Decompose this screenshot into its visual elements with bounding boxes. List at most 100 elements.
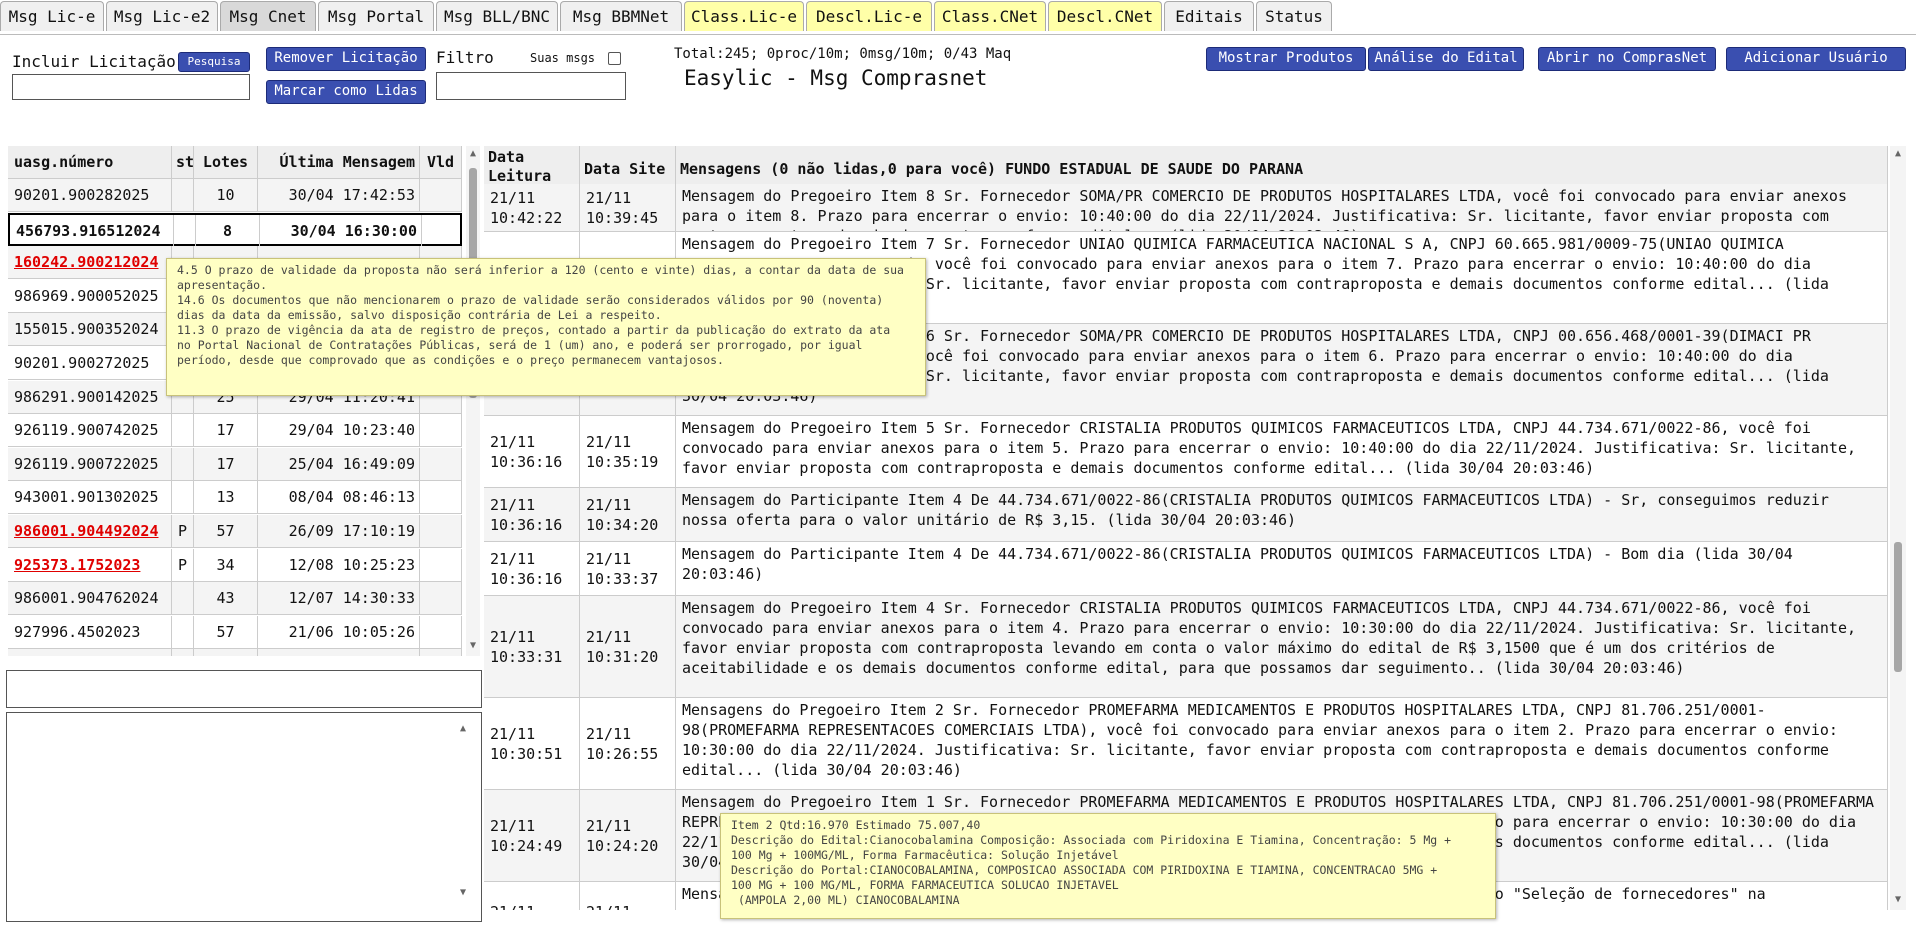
cell-msg: Mensagem do Pregoeiro Item 8 Sr. Fornece… xyxy=(676,184,1888,231)
mensagens-scrollbar[interactable]: ▲ ▼ xyxy=(1890,146,1906,910)
tab-msg-bll-bnc[interactable]: Msg BLL/BNC xyxy=(436,1,558,31)
message-row[interactable]: 21/11 10:33:31 21/11 10:31:20 Mensagem do … xyxy=(484,596,1888,698)
cell-vld xyxy=(420,179,462,212)
cell-ultima: 08/04 08:46:13 xyxy=(258,481,420,515)
cell-lotes: 17 xyxy=(194,447,258,481)
cell-vld xyxy=(420,548,462,582)
tab-msg-portal[interactable]: Msg Portal xyxy=(318,1,434,31)
cell-leitura: 21/11 10:30:51 xyxy=(484,698,580,789)
message-row[interactable]: 21/11 10:42:22 21/11 10:39:45 Mensagem do … xyxy=(484,184,1888,232)
cell-num: 986001.904492024 xyxy=(8,515,172,548)
abrir-no-comprasnet-button[interactable]: Abrir no ComprasNet xyxy=(1538,47,1716,71)
licitacao-link[interactable]: 986001.904492024 xyxy=(14,522,159,540)
cell-leitura: 21/11 10:33:31 xyxy=(484,596,580,697)
cell-st: P xyxy=(172,515,194,548)
cell-st xyxy=(172,414,194,448)
pesquisa-button[interactable]: Pesquisa xyxy=(178,52,250,72)
tab-msg-lic-e[interactable]: Msg Lic-e xyxy=(0,1,104,31)
suas-msgs-checkbox[interactable] xyxy=(608,52,621,65)
col-st[interactable]: st xyxy=(172,146,194,179)
tab-class-cnet[interactable]: Class.CNet xyxy=(934,1,1046,31)
table-row[interactable]: 90201.900282025 10 30/04 17:42:53 xyxy=(8,179,462,212)
message-row[interactable]: 21/11 10:36:16 21/11 10:35:19 Mensagem do … xyxy=(484,416,1888,488)
licitacoes-scrollbar[interactable]: ▲ ▼ xyxy=(466,146,480,656)
cell-site: 21/11 10:34:20 xyxy=(580,488,676,541)
cell-num: 90201.900272025 xyxy=(8,347,172,380)
message-row[interactable]: 21/11 10:30:51 21/11 10:26:55 Mensagens do… xyxy=(484,698,1888,790)
cell-vld xyxy=(420,447,462,481)
licitacoes-table: uasg.número st Lotes Última Mensagem Vld… xyxy=(8,146,462,656)
table-row[interactable]: 926119.900742025 17 29/04 10:23:40 xyxy=(8,414,462,448)
table-row[interactable]: 926119.900722025 17 25/04 16:49:09 xyxy=(8,447,462,481)
validade-tooltip: 4.5 O prazo de validade da proposta não … xyxy=(166,258,926,396)
cell-vld xyxy=(420,649,462,656)
cell-num: 155015.900352024 xyxy=(8,313,172,347)
adicionar-usuario-button[interactable]: Adicionar Usuário xyxy=(1726,47,1906,71)
tab-msg-cnet[interactable]: Msg Cnet xyxy=(220,1,316,31)
cell-lotes: 57 xyxy=(194,515,258,548)
msg-scroll-down-icon[interactable]: ▼ xyxy=(1892,894,1904,905)
cell-vld xyxy=(420,582,462,616)
cell-num: 943001.901302025 xyxy=(8,481,172,515)
remover-licitacao-button[interactable]: Remover Licitação xyxy=(266,47,426,71)
item-tooltip: Item 2 Qtd:16.970 Estimado 75.007,40 Des… xyxy=(720,813,1496,919)
tab-msg-lic-e2[interactable]: Msg Lic-e2 xyxy=(106,1,218,31)
col-vld[interactable]: Vld xyxy=(420,146,462,179)
table-row[interactable]: 943001.901302025 13 08/04 08:46:13 xyxy=(8,481,462,515)
cell-site: 21/11 10:35:19 xyxy=(580,416,676,487)
tab-descl-cnet[interactable]: Descl.CNet xyxy=(1048,1,1162,31)
cell-ultima: 25/04 16:49:09 xyxy=(258,447,420,481)
detail-scroll-up-icon[interactable]: ▲ xyxy=(457,723,469,734)
table-row[interactable]: 986001.904762024 43 12/07 14:30:33 xyxy=(8,582,462,616)
cell-st: P xyxy=(172,649,194,656)
table-row[interactable]: 155021.350023P2714/06 15:04:31 xyxy=(8,649,462,656)
cell-msg: Mensagem do Pregoeiro Item 4 Sr. Fornece… xyxy=(676,596,1888,697)
message-row[interactable]: 21/11 10:36:16 21/11 10:34:20 Mensagem do … xyxy=(484,488,1888,542)
cell-leitura: 21/11 10:36:16 xyxy=(484,416,580,487)
cell-msg: Mensagens do Pregoeiro Item 2 Sr. Fornec… xyxy=(676,698,1888,789)
mostrar-produtos-button[interactable]: Mostrar Produtos xyxy=(1206,47,1366,71)
cell-ultima: 30/04 17:42:53 xyxy=(258,179,420,212)
cell-vld xyxy=(420,414,462,448)
msg-scroll-up-icon[interactable]: ▲ xyxy=(1892,148,1904,159)
cell-lotes: 8 xyxy=(196,214,260,248)
cell-vld xyxy=(420,481,462,515)
cell-leitura: 21/11 10:36:16 xyxy=(484,488,580,541)
cell-lotes: 43 xyxy=(194,582,258,616)
licitacao-link[interactable]: 160242.900212024 xyxy=(14,253,159,271)
detail-input[interactable] xyxy=(6,670,482,708)
tab-msg-bbmnet[interactable]: Msg BBMNet xyxy=(560,1,682,31)
tab-class-lic-e[interactable]: Class.Lic-e xyxy=(684,1,804,31)
message-row[interactable]: 21/11 10:36:16 21/11 10:33:37 Mensagem do … xyxy=(484,542,1888,596)
suas-msgs-label: Suas msgs xyxy=(530,51,596,65)
cell-site: 21/11 10:33:37 xyxy=(580,542,676,595)
cell-num: 927996.4502023 xyxy=(8,615,172,649)
cell-ultima: 29/04 10:23:40 xyxy=(258,414,420,448)
msg-scroll-thumb[interactable] xyxy=(1894,542,1902,672)
col-lotes[interactable]: Lotes xyxy=(194,146,258,179)
scroll-up-icon[interactable]: ▲ xyxy=(467,148,479,159)
detail-scroll-down-icon[interactable]: ▼ xyxy=(457,887,469,898)
table-row[interactable]: 927996.4502023 57 21/06 10:05:26 xyxy=(8,615,462,649)
marcar-como-lidas-button[interactable]: Marcar como Lidas xyxy=(266,80,426,104)
analise-do-edital-button[interactable]: Análise do Edital xyxy=(1368,47,1524,71)
tab-bar: Msg Lic-e Msg Lic-e2 Msg Cnet Msg Portal… xyxy=(0,0,1916,35)
cell-ultima: 12/07 14:30:33 xyxy=(258,582,420,616)
filtro-input[interactable] xyxy=(436,72,626,100)
cell-lotes: 13 xyxy=(194,481,258,515)
tab-descl-lic-e[interactable]: Descl.Lic-e xyxy=(806,1,932,31)
col-uasg-numero[interactable]: uasg.número xyxy=(8,146,172,179)
cell-st xyxy=(172,615,194,649)
col-ultima-mensagem[interactable]: Última Mensagem xyxy=(258,146,420,179)
table-row[interactable]: 456793.916512024 8 30/04 16:30:00 xyxy=(8,212,462,248)
tab-editais[interactable]: Editais xyxy=(1164,1,1254,31)
table-row[interactable]: 986001.904492024 P 57 26/09 17:10:19 xyxy=(8,515,462,548)
detail-area[interactable]: ▲ ▼ xyxy=(6,712,482,922)
scroll-down-icon[interactable]: ▼ xyxy=(467,640,479,651)
cell-st: P xyxy=(172,548,194,582)
incluir-input[interactable] xyxy=(12,74,250,100)
tab-status[interactable]: Status xyxy=(1256,1,1332,31)
cell-num: 160242.900212024 xyxy=(8,246,172,280)
table-row[interactable]: 925373.1752023 P 34 12/08 10:25:23 xyxy=(8,548,462,582)
licitacao-link[interactable]: 925373.1752023 xyxy=(14,556,140,574)
